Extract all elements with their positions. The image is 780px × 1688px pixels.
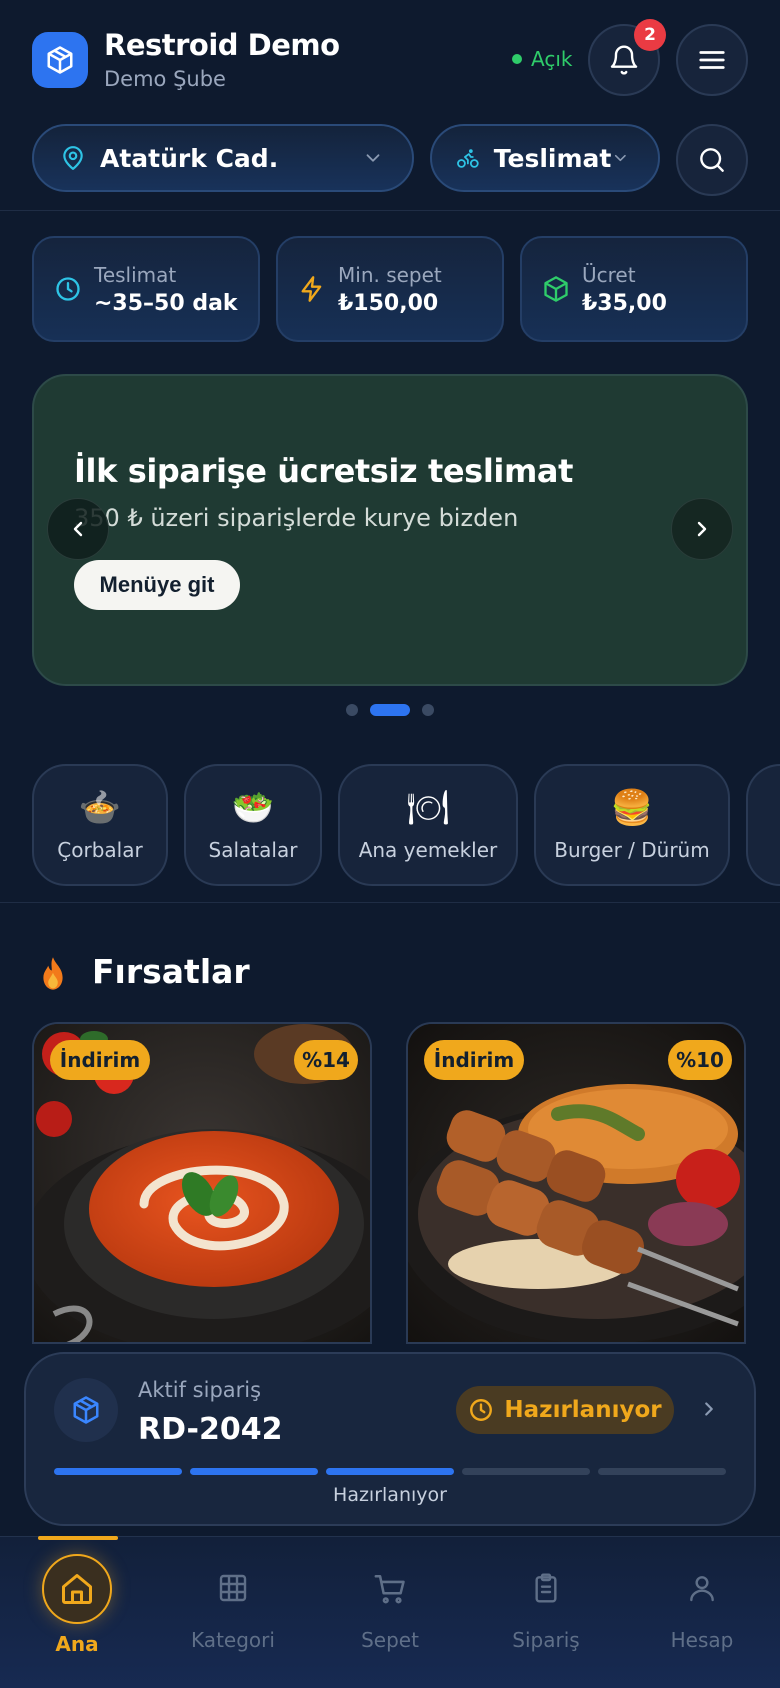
nav-account-button[interactable] bbox=[642, 1572, 762, 1604]
progress-step-done bbox=[190, 1468, 318, 1475]
banner-title: İlk siparişe ücretsiz teslimat bbox=[74, 452, 573, 490]
status-dot bbox=[512, 54, 522, 64]
progress-step-pending bbox=[598, 1468, 726, 1475]
slide-indicator-dot[interactable] bbox=[346, 704, 358, 716]
slide-indicator-dot[interactable] bbox=[422, 704, 434, 716]
app-logo bbox=[32, 32, 88, 88]
notification-badge: 2 bbox=[634, 19, 666, 51]
discount-tag: İndirim bbox=[50, 1040, 150, 1080]
category-chip-corbalar[interactable]: 🍲 Çorbalar bbox=[32, 764, 168, 886]
category-chip-salatalar[interactable]: 🥗 Salatalar bbox=[184, 764, 322, 886]
nav-category-button[interactable] bbox=[173, 1572, 293, 1604]
delivery-fee-card: Ücret ₺35,00 bbox=[520, 236, 748, 342]
bell-icon bbox=[610, 45, 638, 75]
box-logo-icon bbox=[47, 46, 73, 74]
grid-icon bbox=[219, 1574, 247, 1602]
search-icon bbox=[700, 148, 724, 172]
discount-percent: %14 bbox=[294, 1040, 358, 1080]
active-tab-indicator bbox=[38, 1536, 118, 1540]
min-basket-card: Min. sepet ₺150,00 bbox=[276, 236, 504, 342]
bottom-navigation bbox=[0, 1536, 780, 1688]
info-label: Ücret bbox=[582, 262, 636, 287]
delivery-mode-label: Teslimat bbox=[493, 143, 612, 173]
user-icon bbox=[690, 1576, 714, 1602]
nav-label-category[interactable]: Kategori bbox=[173, 1628, 293, 1652]
order-status-text: Hazırlanıyor bbox=[504, 1397, 662, 1423]
package-icon bbox=[73, 1396, 99, 1424]
clock-icon bbox=[56, 277, 80, 301]
chevron-left-icon bbox=[73, 521, 83, 537]
slide-indicator-dot-active[interactable] bbox=[370, 704, 410, 716]
hamburger-icon bbox=[699, 51, 725, 69]
category-label: Ana yemekler bbox=[358, 838, 498, 862]
info-label: Min. sepet bbox=[338, 262, 442, 287]
divider bbox=[0, 210, 780, 211]
soup-icon: 🍲 bbox=[78, 788, 122, 828]
nav-label-orders[interactable]: Sipariş bbox=[486, 1628, 606, 1652]
info-value: ₺150,00 bbox=[338, 290, 439, 316]
progress-step-pending bbox=[462, 1468, 590, 1475]
chevron-right-icon bbox=[697, 521, 707, 537]
active-order-label: Aktif sipariş bbox=[138, 1378, 262, 1402]
status-label: Açık bbox=[531, 47, 573, 71]
discount-tag: İndirim bbox=[424, 1040, 524, 1080]
delivery-time-card: Teslimat ~35–50 dak bbox=[32, 236, 260, 342]
order-icon-circle bbox=[54, 1378, 118, 1442]
home-icon bbox=[62, 1574, 92, 1604]
chevron-down-icon bbox=[615, 154, 627, 162]
deal-card-soup[interactable]: İndirim %14 bbox=[32, 1022, 372, 1344]
info-value: ~35–50 dak bbox=[94, 290, 238, 316]
menu-button[interactable] bbox=[676, 24, 748, 96]
go-to-menu-button[interactable]: Menüye git bbox=[74, 560, 240, 610]
clipboard-icon bbox=[535, 1573, 557, 1603]
app-title: Restroid Demo bbox=[104, 28, 340, 62]
divider bbox=[0, 902, 780, 903]
branch-name: Demo Şube bbox=[104, 67, 226, 91]
address-selector[interactable]: Atatürk Cad. bbox=[32, 124, 414, 192]
banner-prev-button[interactable] bbox=[47, 498, 109, 560]
banner-next-button[interactable] bbox=[671, 498, 733, 560]
nav-label-home[interactable]: Ana bbox=[17, 1632, 137, 1656]
cart-icon bbox=[374, 1574, 405, 1604]
bicycle-icon bbox=[457, 149, 479, 168]
nav-label-cart[interactable]: Sepet bbox=[330, 1628, 450, 1652]
category-chip-ana-yemekler[interactable]: 🍽 Ana yemekler bbox=[338, 764, 518, 886]
order-progress-label: Hazırlanıyor bbox=[333, 1484, 447, 1506]
category-label: Salatalar bbox=[208, 838, 298, 862]
deals-title: Fırsatlar bbox=[92, 952, 250, 991]
banner-subtitle: 350 ₺ üzeri siparişlerde kurye bizden bbox=[74, 504, 519, 532]
address-label: Atatürk Cad. bbox=[100, 143, 279, 173]
deal-card-kebab[interactable]: İndirim %10 bbox=[406, 1022, 746, 1344]
clock-icon bbox=[470, 1399, 493, 1421]
order-status-badge: Hazırlanıyor bbox=[456, 1386, 674, 1434]
category-label: Burger / Dürüm bbox=[554, 838, 710, 862]
chevron-down-icon bbox=[366, 154, 380, 162]
nav-orders-button[interactable] bbox=[486, 1572, 606, 1604]
location-pin-icon bbox=[63, 146, 83, 170]
search-button[interactable] bbox=[676, 124, 748, 196]
nav-home-button[interactable] bbox=[42, 1554, 112, 1624]
package-icon bbox=[544, 276, 568, 302]
info-value: ₺35,00 bbox=[582, 290, 667, 316]
chevron-right-icon[interactable] bbox=[698, 1398, 720, 1420]
category-chip-burger-durum[interactable]: 🍔 Burger / Dürüm bbox=[534, 764, 730, 886]
salad-icon: 🥗 bbox=[231, 788, 275, 828]
plate-icon: 🍽 bbox=[406, 788, 450, 828]
lightning-icon bbox=[301, 276, 322, 302]
discount-percent: %10 bbox=[668, 1040, 732, 1080]
category-chip-partial[interactable] bbox=[746, 764, 780, 886]
category-label: Çorbalar bbox=[57, 838, 143, 862]
info-label: Teslimat bbox=[94, 262, 177, 287]
nav-cart-button[interactable] bbox=[330, 1572, 450, 1606]
delivery-mode-selector[interactable]: Teslimat bbox=[430, 124, 660, 192]
order-id: RD-2042 bbox=[138, 1412, 283, 1447]
fire-icon bbox=[43, 957, 63, 990]
progress-step-done bbox=[326, 1468, 454, 1475]
burger-icon: 🍔 bbox=[610, 788, 654, 828]
open-status: Açık bbox=[512, 47, 572, 71]
progress-step-done bbox=[54, 1468, 182, 1475]
nav-label-account[interactable]: Hesap bbox=[642, 1628, 762, 1652]
